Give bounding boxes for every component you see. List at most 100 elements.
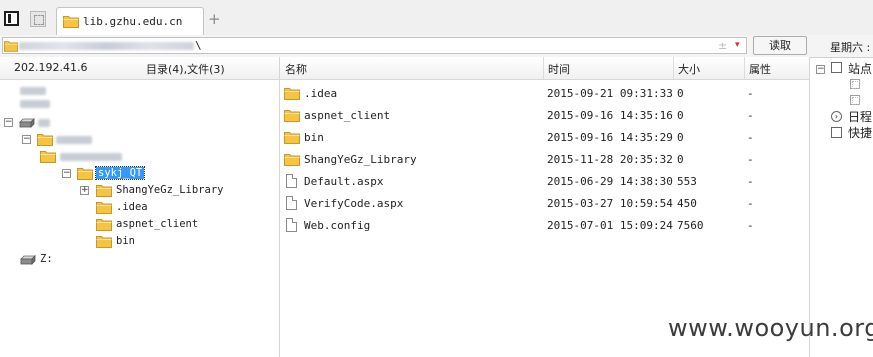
tab-label: lib.gzhu.edu.cn [83, 15, 183, 28]
tree-node-label: .idea [116, 201, 148, 213]
site-icon [831, 62, 842, 73]
file-icon [286, 218, 297, 232]
calendar-icon: › [831, 111, 842, 122]
file-attr: - [747, 219, 754, 232]
file-row[interactable]: aspnet_client 2015-09-16 14:35:16 0 - [280, 105, 809, 127]
file-row[interactable]: bin 2015-09-16 14:35:29 0 - [280, 127, 809, 149]
folder-icon [284, 131, 300, 144]
folder-icon [40, 150, 56, 163]
bookmark-icon[interactable]: ± [718, 39, 727, 52]
collapse-icon[interactable]: − [816, 65, 825, 74]
file-name: .idea [304, 87, 338, 100]
weekday-label: 星期六 : [830, 41, 871, 54]
file-time: 2015-06-29 14:38:30 [547, 175, 673, 188]
file-name: aspnet_client [304, 109, 391, 122]
folder-open-icon [77, 167, 93, 180]
file-row[interactable]: ShangYeGz_Library 2015-11-28 20:35:32 0 - [280, 149, 809, 171]
path-input[interactable]: \ ± ▾ [2, 37, 747, 54]
host-ip: 202.192.41.6 [14, 61, 88, 74]
file-attr: - [747, 153, 754, 166]
expand-icon[interactable]: + [80, 186, 89, 195]
tree-node-label: bin [116, 235, 135, 247]
site-entry-icon [850, 79, 860, 89]
file-time: 2015-07-01 15:09:24 [547, 219, 673, 232]
file-name: bin [304, 131, 324, 144]
collapse-icon[interactable]: − [22, 135, 31, 144]
file-attr: - [747, 87, 754, 100]
file-attr: - [747, 175, 754, 188]
file-size: 7560 [677, 219, 704, 232]
file-name: VerifyCode.aspx [304, 197, 404, 210]
tree-node-redacted[interactable] [20, 99, 50, 115]
tab-active[interactable]: lib.gzhu.edu.cn [56, 7, 204, 35]
tree-node-label: ShangYeGz_Library [116, 184, 224, 196]
file-row[interactable]: VerifyCode.aspx 2015-03-27 10:59:54 450 - [280, 193, 809, 215]
chevron-down-icon[interactable]: ▾ [735, 40, 740, 50]
file-time: 2015-09-21 09:31:33 [547, 87, 673, 100]
dir-summary: 目录(4),文件(3) [146, 63, 225, 76]
blank-tab-icon[interactable] [30, 11, 46, 27]
column-attr[interactable]: 属性 [749, 61, 771, 77]
drive-icon [20, 255, 36, 265]
file-icon [286, 196, 297, 210]
collapse-icon[interactable]: − [4, 118, 13, 127]
path-end: \ [195, 39, 202, 52]
file-row[interactable]: Web.config 2015-07-01 15:09:24 7560 - [280, 215, 809, 237]
column-size[interactable]: 大小 [678, 61, 700, 77]
folder-icon [96, 218, 112, 231]
column-name[interactable]: 名称 [285, 61, 307, 77]
folder-icon [96, 184, 112, 197]
file-name: Default.aspx [304, 175, 384, 188]
file-list-header: 名称 时间 大小 属性 [280, 57, 809, 80]
file-time: 2015-11-28 20:35:32 [547, 153, 673, 166]
file-size: 553 [677, 175, 697, 188]
file-size: 0 [677, 131, 684, 144]
new-tab-button[interactable]: + [208, 10, 221, 28]
shortcut-label[interactable]: 快捷 [848, 124, 872, 141]
watermark: www.wooyun.org [668, 314, 873, 342]
directory-tree-pane: 202.192.41.6 目录(4),文件(3) − − − sykj_QT +… [0, 57, 280, 357]
folder-icon [4, 40, 18, 52]
file-name: ShangYeGz_Library [304, 153, 417, 166]
drive-icon [19, 118, 35, 128]
shortcut-icon [831, 127, 842, 138]
address-row: \ ± ▾ 读取 [0, 35, 873, 58]
file-size: 0 [677, 109, 684, 122]
folder-icon [63, 15, 79, 28]
folder-icon [284, 109, 300, 122]
tree-node-label: aspnet_client [116, 218, 199, 230]
collapse-icon[interactable]: − [62, 169, 71, 178]
file-time: 2015-09-16 14:35:16 [547, 109, 673, 122]
file-attr: - [747, 109, 754, 122]
tree-header: 202.192.41.6 目录(4),文件(3) [0, 57, 279, 80]
selected-folder-label: sykj_QT [94, 166, 146, 180]
folder-icon [96, 235, 112, 248]
file-icon [286, 174, 297, 188]
file-list-pane: 名称 时间 大小 属性 .idea 2015-09-21 09:31:33 0- as… [280, 57, 810, 357]
read-button[interactable]: 读取 [753, 36, 807, 55]
tab-bar: lib.gzhu.edu.cn + [0, 0, 873, 36]
calendar-label[interactable]: 日程 [848, 108, 872, 125]
redacted-path [19, 42, 194, 50]
file-time: 2015-03-27 10:59:54 [547, 197, 673, 210]
folder-icon [284, 87, 300, 100]
file-row[interactable]: .idea 2015-09-21 09:31:33 0 - [280, 83, 809, 105]
weekday-bar: 星期六 : [810, 35, 873, 58]
folder-icon [37, 133, 53, 146]
file-name: Web.config [304, 219, 371, 232]
file-size: 0 [677, 87, 684, 100]
site-entry-icon [850, 95, 860, 105]
side-panel: 星期六 : − 站点 › 日程 快捷 [810, 35, 873, 357]
folder-icon [96, 201, 112, 214]
file-size: 450 [677, 197, 697, 210]
drive-label: Z: [40, 253, 53, 265]
file-attr: - [747, 197, 754, 210]
file-time: 2015-09-16 14:35:29 [547, 131, 673, 144]
file-size: 0 [677, 153, 684, 166]
site-label[interactable]: 站点 [848, 60, 872, 77]
file-row[interactable]: Default.aspx 2015-06-29 14:38:30 553 - [280, 171, 809, 193]
panel-toggle-icon[interactable] [4, 11, 19, 26]
file-attr: - [747, 131, 754, 144]
folder-icon [284, 153, 300, 166]
column-time[interactable]: 时间 [548, 61, 570, 77]
